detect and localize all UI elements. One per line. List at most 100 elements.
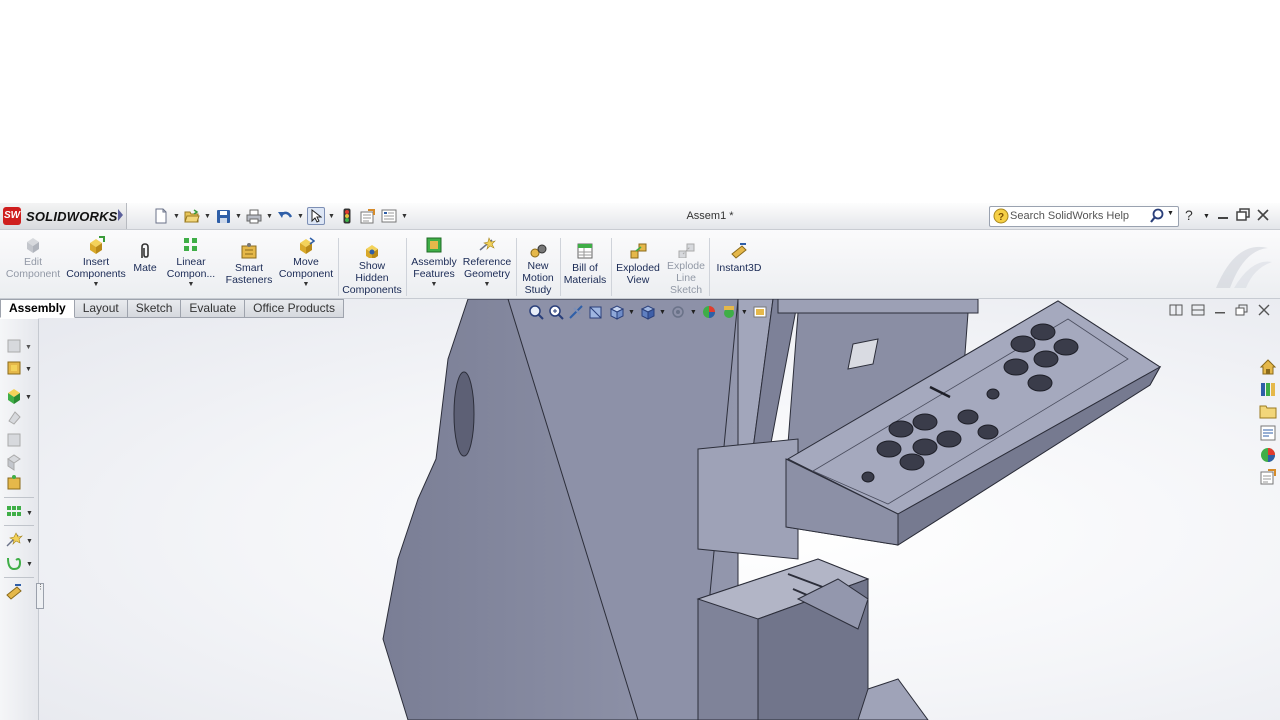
menu-expand-arrow-icon[interactable] xyxy=(118,209,123,221)
explode-line-sketch-button[interactable]: Explode Line Sketch xyxy=(664,236,708,296)
ribbon-separator xyxy=(406,238,407,296)
linear-pattern-tool[interactable]: ▼ xyxy=(5,503,35,521)
insert-components-label-1: Insert xyxy=(82,256,110,268)
options-dropdown-icon[interactable]: ▼ xyxy=(401,213,408,220)
linear-component-pattern-button[interactable]: Linear Compon... ▼ xyxy=(162,236,220,296)
insert-component-tool[interactable]: ▼ xyxy=(5,359,35,377)
display-style-icon[interactable] xyxy=(639,304,655,320)
exploded-view-button[interactable]: Exploded View xyxy=(614,236,662,296)
document-title: Assem1 * xyxy=(686,210,734,222)
printer-icon[interactable] xyxy=(245,207,263,225)
hide-show-items-icon[interactable] xyxy=(670,304,686,320)
edit-component-tool[interactable]: ▼ xyxy=(5,337,35,355)
linear-component-dropdown-icon[interactable]: ▼ xyxy=(188,280,195,290)
edit-component-label-1: Edit xyxy=(23,256,43,268)
undo-dropdown-icon[interactable]: ▼ xyxy=(297,213,304,220)
close-icon[interactable] xyxy=(1256,208,1270,225)
design-library-icon[interactable] xyxy=(1259,380,1277,398)
assembly-feature-tool[interactable]: ▼ xyxy=(5,387,35,405)
properties-icon[interactable] xyxy=(359,207,377,225)
hide-show-dropdown-icon[interactable]: ▼ xyxy=(690,309,697,316)
new-file-icon[interactable] xyxy=(152,207,170,225)
viewport-minimize-icon[interactable] xyxy=(1213,304,1227,316)
folder-open-icon[interactable] xyxy=(183,207,201,225)
viewport-close-icon[interactable] xyxy=(1257,304,1271,316)
tab-layout[interactable]: Layout xyxy=(74,299,128,318)
insert-components-button[interactable]: Insert Components ▼ xyxy=(66,236,126,296)
search-icon[interactable] xyxy=(1149,208,1165,227)
move-component-button[interactable]: Move Component ▼ xyxy=(278,236,334,296)
viewport-restore-icon[interactable] xyxy=(1235,304,1249,316)
previous-view-icon[interactable] xyxy=(568,304,584,320)
insert-components-dropdown-icon[interactable]: ▼ xyxy=(93,280,100,290)
undo-icon[interactable] xyxy=(276,207,294,225)
view-orientation-icon[interactable] xyxy=(608,304,624,320)
viewport-tile-horizontal-icon[interactable] xyxy=(1169,304,1183,316)
help-dropdown-icon[interactable]: ▼ xyxy=(1203,213,1210,220)
graphics-area[interactable]: ▼ ▼ ▼ ▼ xyxy=(38,299,1280,720)
reference-geometry-button[interactable]: Reference Geometry ▼ xyxy=(460,236,514,296)
print-dropdown-icon[interactable]: ▼ xyxy=(266,213,273,220)
zoom-to-fit-icon[interactable] xyxy=(528,304,544,320)
new-motion-study-button[interactable]: New Motion Study xyxy=(518,236,558,296)
custom-properties-icon[interactable] xyxy=(1259,468,1277,486)
file-explorer-icon[interactable] xyxy=(1259,402,1277,420)
disabled-tool-1[interactable] xyxy=(5,409,35,427)
search-input[interactable] xyxy=(1010,208,1150,224)
mate-button[interactable]: Mate xyxy=(128,236,162,296)
open-dropdown-icon[interactable]: ▼ xyxy=(204,213,211,220)
assembly-model[interactable] xyxy=(38,299,1280,720)
curves-tool[interactable]: ▼ xyxy=(5,554,35,572)
help-icon[interactable]: ? xyxy=(1183,207,1197,226)
edit-appearance-icon[interactable] xyxy=(701,304,717,320)
toolbar-collapse-handle[interactable]: ⋮ xyxy=(36,583,44,609)
search-dropdown-icon[interactable]: ▼ xyxy=(1167,210,1174,217)
tab-office-products[interactable]: Office Products xyxy=(245,299,344,318)
task-pane-tabs xyxy=(1256,353,1280,493)
save-icon[interactable] xyxy=(214,207,232,225)
section-view-icon[interactable] xyxy=(588,304,604,320)
display-style-dropdown-icon[interactable]: ▼ xyxy=(659,309,666,316)
show-hidden-components-button[interactable]: Show Hidden Components xyxy=(342,236,402,296)
minimize-icon[interactable] xyxy=(1216,208,1230,225)
options-list-icon[interactable] xyxy=(380,207,398,225)
ribbon-separator xyxy=(709,238,710,296)
assembly-features-dropdown-icon[interactable]: ▼ xyxy=(431,280,438,290)
view-settings-icon[interactable] xyxy=(752,304,768,320)
select-dropdown-icon[interactable]: ▼ xyxy=(328,213,335,220)
disabled-tool-3[interactable] xyxy=(5,453,35,471)
motion-study-icon xyxy=(530,244,547,258)
save-dropdown-icon[interactable]: ▼ xyxy=(235,213,242,220)
appearances-icon[interactable] xyxy=(1259,446,1277,464)
disabled-tool-2[interactable] xyxy=(5,431,35,449)
smart-fasteners-tool[interactable] xyxy=(5,474,35,492)
reference-geometry-dropdown-icon[interactable]: ▼ xyxy=(484,280,491,290)
assembly-features-button[interactable]: Assembly Features ▼ xyxy=(410,236,458,296)
view-orientation-dropdown-icon[interactable]: ▼ xyxy=(628,309,635,316)
svg-text:▼: ▼ xyxy=(26,561,33,568)
reference-geometry-tool[interactable]: ▼ xyxy=(5,531,35,549)
traffic-light-icon[interactable] xyxy=(338,207,356,225)
apply-scene-icon[interactable] xyxy=(721,304,737,320)
bill-of-materials-button[interactable]: Bill of Materials xyxy=(562,236,608,296)
new-file-dropdown-icon[interactable]: ▼ xyxy=(173,213,180,220)
tab-sketch[interactable]: Sketch xyxy=(127,299,182,318)
restore-icon[interactable] xyxy=(1236,208,1250,225)
search-results-icon[interactable] xyxy=(1259,424,1277,442)
move-component-dropdown-icon[interactable]: ▼ xyxy=(303,280,310,290)
search-box[interactable]: ? ▼ xyxy=(989,206,1179,227)
instant3d-button[interactable]: Instant3D xyxy=(712,236,766,296)
solidworks-menu-button[interactable]: SW SOLIDWORKS xyxy=(0,203,127,229)
smart-fasteners-button[interactable]: Smart Fasteners xyxy=(222,236,276,296)
explode-line-label-3: Sketch xyxy=(669,284,703,296)
instant3d-tool[interactable] xyxy=(5,583,35,601)
solidworks-resources-home-icon[interactable] xyxy=(1259,358,1277,376)
viewport-tile-vertical-icon[interactable] xyxy=(1191,304,1205,316)
tab-evaluate[interactable]: Evaluate xyxy=(181,299,246,318)
pointer-icon[interactable] xyxy=(307,207,325,225)
apply-scene-dropdown-icon[interactable]: ▼ xyxy=(741,309,748,316)
edit-component-button[interactable]: Edit Component xyxy=(3,236,63,296)
tab-assembly[interactable]: Assembly xyxy=(0,299,75,318)
zoom-to-area-icon[interactable] xyxy=(548,304,564,320)
assembly-features-icon xyxy=(426,237,442,253)
